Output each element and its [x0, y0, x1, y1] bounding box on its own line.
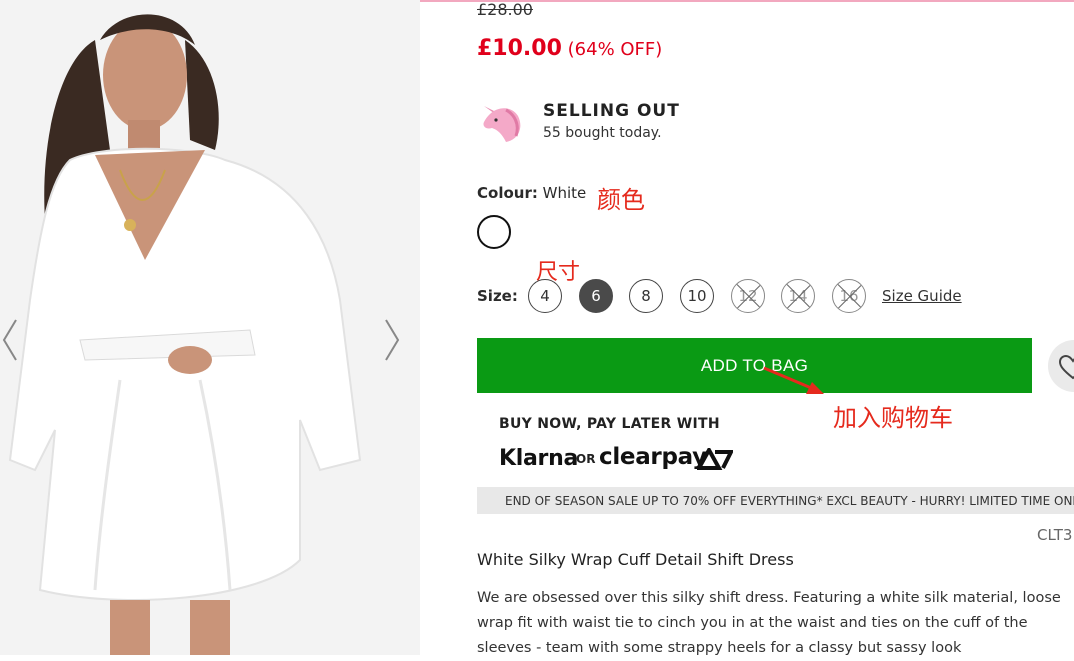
original-price: £28.00: [477, 0, 533, 19]
size-option-16: 16: [832, 279, 866, 313]
price-row: £10.00 (64% OFF): [477, 36, 662, 61]
size-option-12: 12: [731, 279, 765, 313]
previous-image-button[interactable]: [0, 318, 20, 362]
colour-value: White: [542, 184, 587, 202]
colour-heading: Colour:: [477, 184, 538, 202]
payment-or-text: OR: [576, 452, 596, 466]
colour-label: Colour: White: [477, 184, 586, 202]
heart-icon: [1058, 354, 1074, 380]
selling-out-title: SELLING OUT: [543, 101, 680, 121]
wishlist-button[interactable]: [1048, 340, 1074, 392]
product-image: [0, 0, 420, 655]
size-label: Size:: [477, 287, 518, 305]
sale-price: £10.00: [477, 36, 562, 61]
product-description: We are obsessed over this silky shift dr…: [477, 590, 1061, 656]
clearpay-arrows-icon: [697, 448, 733, 470]
add-to-bag-button[interactable]: ADD TO BAG: [477, 338, 1032, 393]
annotation-colour: 颜色: [597, 186, 645, 214]
clearpay-logo: clearpay: [599, 444, 707, 470]
model-illustration: [0, 0, 420, 655]
next-image-button[interactable]: [382, 318, 402, 362]
size-guide-link[interactable]: Size Guide: [882, 287, 962, 305]
product-sku: CLT3: [1037, 526, 1073, 544]
chevron-right-icon: [385, 319, 400, 361]
size-option-14: 14: [781, 279, 815, 313]
product-title: White Silky Wrap Cuff Detail Shift Dress: [477, 550, 794, 569]
bought-today-count: 55 bought today.: [543, 125, 662, 141]
discount-label: (64% OFF): [567, 39, 663, 60]
size-option-4[interactable]: 4: [528, 279, 562, 313]
colour-swatch-white[interactable]: [477, 215, 511, 249]
size-option-10[interactable]: 10: [680, 279, 714, 313]
pay-later-heading: BUY NOW, PAY LATER WITH: [499, 416, 720, 432]
size-option-8[interactable]: 8: [629, 279, 663, 313]
unicorn-icon: [483, 106, 521, 142]
klarna-logo: Klarna: [499, 446, 578, 471]
annotation-add-to-bag: 加入购物车: [833, 404, 953, 432]
chevron-left-icon: [2, 319, 17, 361]
annotation-arrow-icon: [763, 366, 824, 394]
size-option-6[interactable]: 6: [579, 279, 613, 313]
sale-banner: END OF SEASON SALE UP TO 70% OFF EVERYTH…: [477, 487, 1074, 514]
